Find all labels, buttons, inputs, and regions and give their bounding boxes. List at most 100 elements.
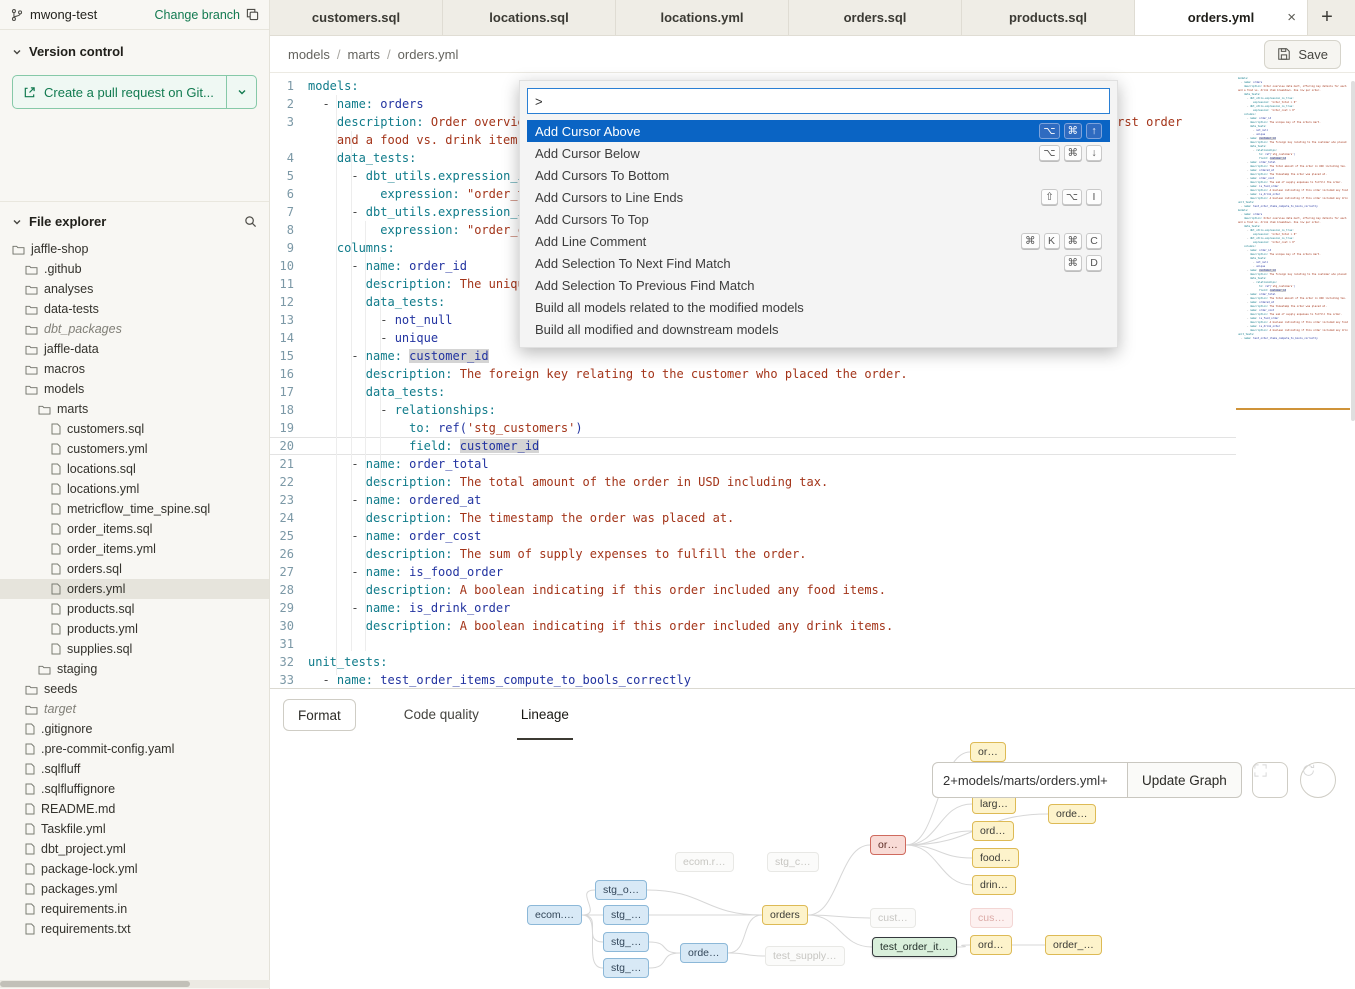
code-line[interactable]: 28 description: A boolean indicating if … — [270, 581, 1236, 599]
lineage-node[interactable]: cus… — [970, 908, 1013, 928]
file-tree-item-README.md[interactable]: README.md — [0, 799, 269, 819]
pr-dropdown-button[interactable] — [226, 76, 256, 108]
file-tree-item-.github[interactable]: .github — [0, 259, 269, 279]
file-tree-item-orders.yml[interactable]: orders.yml — [0, 579, 269, 599]
code-line[interactable]: 27 - name: is_food_order — [270, 563, 1236, 581]
file-tree-item-products.yml[interactable]: products.yml — [0, 619, 269, 639]
tab-locations.sql[interactable]: locations.sql — [443, 0, 616, 35]
tab-orders.sql[interactable]: orders.sql — [789, 0, 962, 35]
code-line[interactable]: 19 to: ref('stg_customers') — [270, 419, 1236, 437]
file-tree-item-customers.yml[interactable]: customers.yml — [0, 439, 269, 459]
command-item[interactable]: Add Cursors To Top — [527, 208, 1110, 230]
scrollbar-thumb[interactable] — [0, 981, 190, 987]
change-branch-link[interactable]: Change branch — [155, 8, 240, 22]
lineage-node[interactable]: cust… — [870, 908, 916, 928]
lineage-node[interactable]: stg_o… — [595, 880, 647, 900]
file-tree-item-jaffle-shop[interactable]: jaffle-shop — [0, 239, 269, 259]
tab-orders.yml[interactable]: orders.yml× — [1135, 0, 1308, 35]
command-item[interactable]: Add Cursors To Bottom — [527, 164, 1110, 186]
file-tree-item-customers.sql[interactable]: customers.sql — [0, 419, 269, 439]
file-tree-item-requirements.txt[interactable]: requirements.txt — [0, 919, 269, 939]
lineage-node[interactable]: ord… — [972, 821, 1014, 841]
command-item[interactable]: Add Line Comment⌘K⌘C — [527, 230, 1110, 252]
code-line[interactable]: 29 - name: is_drink_order — [270, 599, 1236, 617]
command-item[interactable]: Add Selection To Next Find Match⌘D — [527, 252, 1110, 274]
code-line[interactable]: 21 - name: order_total — [270, 455, 1236, 473]
refresh-button[interactable] — [1300, 762, 1336, 798]
lineage-node[interactable]: test_supply… — [765, 946, 845, 966]
lineage-node[interactable]: stg_… — [603, 958, 649, 978]
file-tree-item-package-lock.yml[interactable]: package-lock.yml — [0, 859, 269, 879]
code-line[interactable]: 32unit_tests: — [270, 653, 1236, 671]
tab-customers.sql[interactable]: customers.sql — [270, 0, 443, 35]
file-tree-item-target[interactable]: target — [0, 699, 269, 719]
code-line[interactable]: 23 - name: ordered_at — [270, 491, 1236, 509]
lineage-node[interactable]: orde… — [1048, 804, 1096, 824]
code-line[interactable]: 24 description: The timestamp the order … — [270, 509, 1236, 527]
file-tree-item-seeds[interactable]: seeds — [0, 679, 269, 699]
file-tree-item-.sqlfluff[interactable]: .sqlfluff — [0, 759, 269, 779]
lineage-node[interactable]: stg_… — [603, 905, 649, 925]
tab-products.sql[interactable]: products.sql — [962, 0, 1135, 35]
code-line[interactable]: 18 - relationships: — [270, 401, 1236, 419]
update-graph-button[interactable]: Update Graph — [1128, 762, 1242, 798]
code-line[interactable]: 17 data_tests: — [270, 383, 1236, 401]
code-line[interactable]: 15 - name: customer_id — [270, 347, 1236, 365]
file-tree-item-packages.yml[interactable]: packages.yml — [0, 879, 269, 899]
tab-lineage[interactable]: Lineage — [517, 690, 573, 740]
file-tree-item-.sqlfluffignore[interactable]: .sqlfluffignore — [0, 779, 269, 799]
new-tab-button[interactable]: + — [1308, 0, 1346, 35]
code-line[interactable]: 16 description: The foreign key relating… — [270, 365, 1236, 383]
command-item[interactable]: Add Selection To Previous Find Match — [527, 274, 1110, 296]
code-line[interactable]: 30 description: A boolean indicating if … — [270, 617, 1236, 635]
version-control-header[interactable]: Version control — [0, 44, 269, 59]
lineage-node[interactable]: ord… — [970, 935, 1012, 955]
file-tree-item-order_items.sql[interactable]: order_items.sql — [0, 519, 269, 539]
lineage-node[interactable]: food… — [972, 848, 1019, 868]
lineage-node[interactable]: ecom.r… — [675, 852, 734, 872]
lineage-node[interactable]: orde… — [680, 943, 728, 963]
lineage-node[interactable]: or… — [970, 742, 1006, 762]
breadcrumb-part[interactable]: marts — [348, 47, 381, 62]
file-tree-item-.gitignore[interactable]: .gitignore — [0, 719, 269, 739]
file-tree-item-analyses[interactable]: analyses — [0, 279, 269, 299]
file-tree-item-jaffle-data[interactable]: jaffle-data — [0, 339, 269, 359]
file-tree-item-dbt_project.yml[interactable]: dbt_project.yml — [0, 839, 269, 859]
command-item[interactable]: Build all modified and downstream models — [527, 318, 1110, 340]
lineage-node[interactable]: test_order_it… — [872, 937, 957, 957]
lineage-node[interactable]: drin… — [972, 875, 1016, 895]
close-icon[interactable]: × — [1287, 9, 1296, 26]
command-input[interactable] — [527, 88, 1110, 114]
create-pr-button[interactable]: Create a pull request on Git... — [12, 75, 257, 109]
lineage-node[interactable]: order_… — [1045, 935, 1102, 955]
save-button[interactable]: Save — [1264, 40, 1341, 69]
tab-code-quality[interactable]: Code quality — [400, 690, 483, 740]
editor-scrollbar[interactable] — [1351, 81, 1355, 421]
file-tree-item-macros[interactable]: macros — [0, 359, 269, 379]
lineage-node[interactable]: stg_… — [603, 932, 649, 952]
file-tree-item-orders.sql[interactable]: orders.sql — [0, 559, 269, 579]
file-tree-item-Taskfile.yml[interactable]: Taskfile.yml — [0, 819, 269, 839]
tab-locations.yml[interactable]: locations.yml — [616, 0, 789, 35]
file-explorer-header[interactable]: File explorer — [0, 214, 269, 229]
lineage-node[interactable]: ecom.… — [527, 905, 582, 925]
code-line[interactable]: 31 — [270, 635, 1236, 653]
code-line[interactable]: 33 - name: test_order_items_compute_to_b… — [270, 671, 1236, 688]
file-tree-item-dbt_packages[interactable]: dbt_packages — [0, 319, 269, 339]
file-tree-item-requirements.in[interactable]: requirements.in — [0, 899, 269, 919]
file-tree-item-locations.yml[interactable]: locations.yml — [0, 479, 269, 499]
command-item[interactable]: Build all models related to the modified… — [527, 296, 1110, 318]
minimap[interactable]: models: - name: orders description: Orde… — [1236, 73, 1350, 688]
file-tree-item-staging[interactable]: staging — [0, 659, 269, 679]
lineage-selector-input[interactable] — [932, 762, 1128, 798]
lineage-node[interactable]: or… — [870, 835, 906, 855]
code-line[interactable]: 25 - name: order_cost — [270, 527, 1236, 545]
command-item[interactable]: Add Cursor Below⌥⌘↓ — [527, 142, 1110, 164]
file-tree-item-.pre-commit-config.yaml[interactable]: .pre-commit-config.yaml — [0, 739, 269, 759]
file-tree-item-locations.sql[interactable]: locations.sql — [0, 459, 269, 479]
fullscreen-button[interactable] — [1252, 762, 1288, 798]
lineage-node[interactable]: orders — [762, 905, 808, 925]
lineage-node[interactable]: stg_c… — [767, 852, 819, 872]
sidebar-scrollbar[interactable] — [0, 980, 270, 988]
format-button[interactable]: Format — [283, 699, 356, 731]
